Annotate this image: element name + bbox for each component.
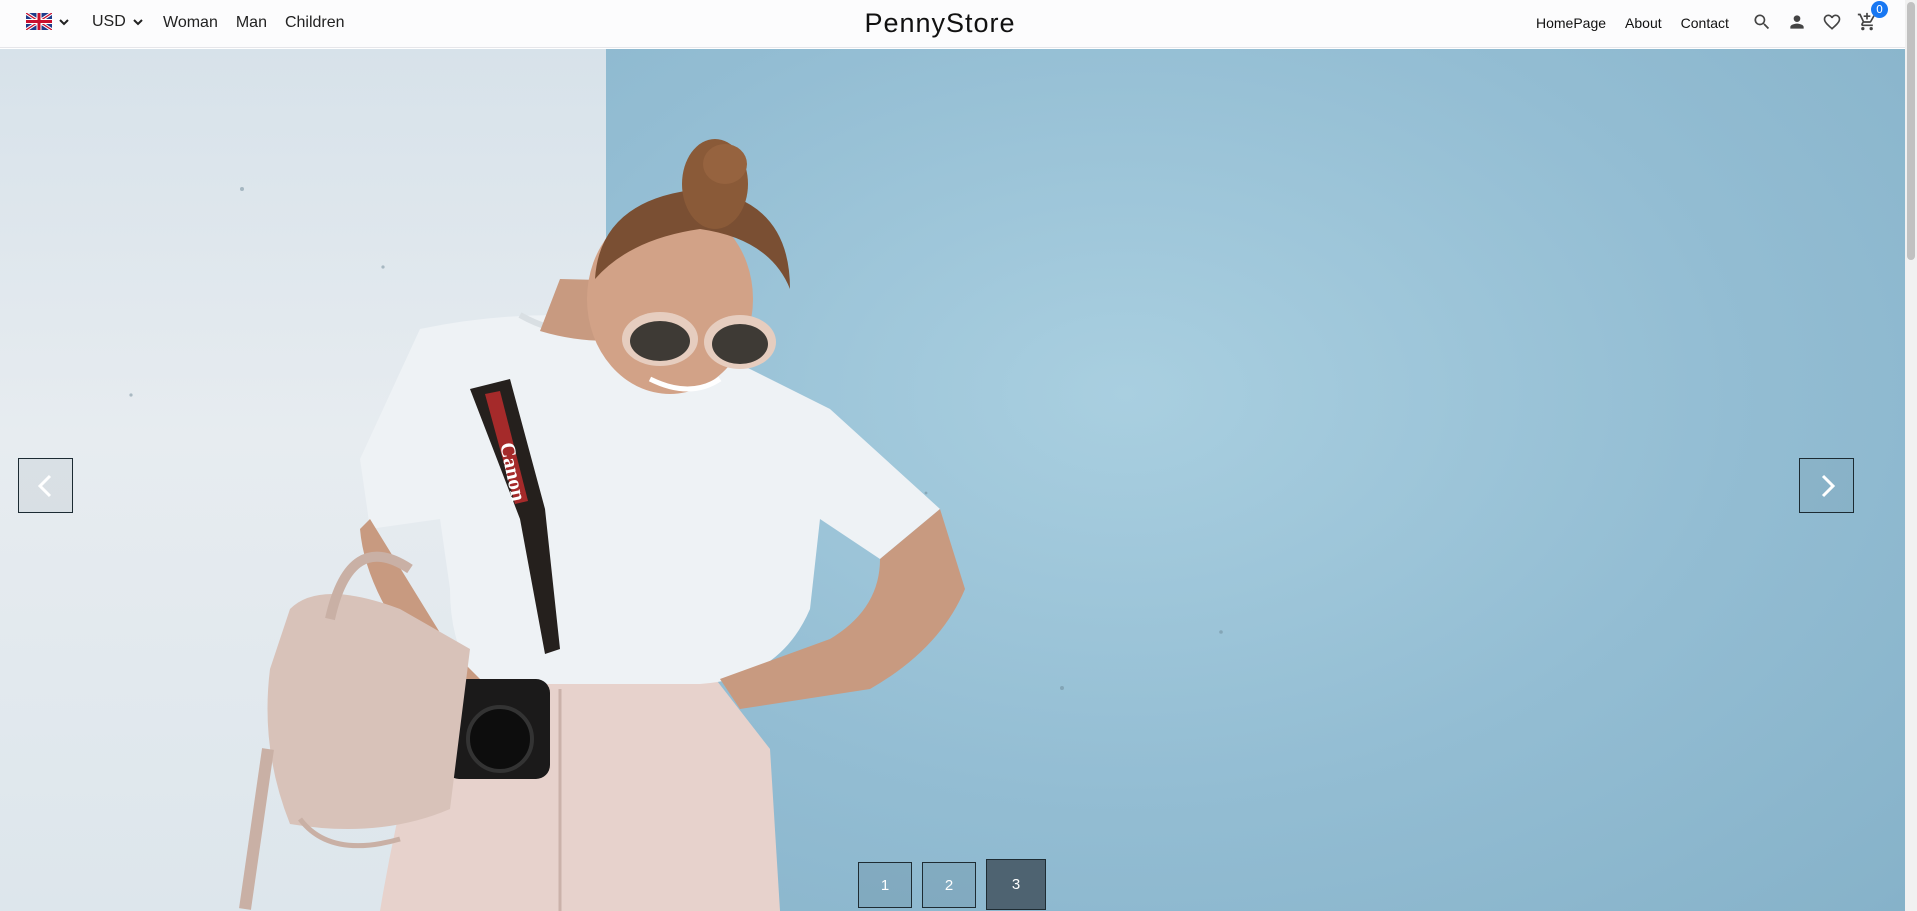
chevron-down-icon — [133, 19, 143, 26]
nav-children[interactable]: Children — [285, 14, 345, 32]
wishlist-button[interactable] — [1820, 10, 1844, 34]
nav-contact[interactable]: Contact — [1681, 15, 1729, 31]
top-navigation-bar: USD Woman Man Children PennyStore HomePa… — [0, 0, 1905, 48]
main-nav: HomePage About Contact — [1536, 15, 1729, 31]
cart-count-badge: 0 — [1871, 1, 1888, 18]
language-selector[interactable] — [26, 13, 70, 30]
nav-homepage[interactable]: HomePage — [1536, 15, 1606, 31]
slide-3-button[interactable]: 3 — [986, 859, 1046, 910]
slide-2-button[interactable]: 2 — [922, 862, 976, 908]
slide-1-button[interactable]: 1 — [858, 862, 912, 908]
hero-image: Canon — [129, 139, 1223, 911]
hero-slider: Canon 1 2 3 — [0, 49, 1905, 911]
category-nav: Woman Man Children — [163, 14, 345, 32]
nav-about[interactable]: About — [1625, 15, 1662, 31]
store-logo[interactable]: PennyStore — [864, 8, 1015, 38]
search-button[interactable] — [1750, 10, 1774, 34]
nav-woman[interactable]: Woman — [163, 14, 218, 32]
chevron-right-icon — [1821, 474, 1835, 497]
currency-label: USD — [92, 13, 126, 30]
slider-prev-button[interactable] — [18, 458, 73, 513]
chevron-down-icon — [59, 18, 69, 25]
scrollbar-thumb[interactable] — [1907, 2, 1915, 260]
slider-next-button[interactable] — [1799, 458, 1854, 513]
chevron-left-icon — [37, 474, 51, 497]
slider-pagination: 1 2 3 — [858, 859, 1046, 910]
cart-button[interactable]: 0 — [1855, 1, 1888, 34]
search-icon — [1754, 14, 1770, 30]
uk-flag-icon — [26, 13, 52, 30]
currency-selector[interactable]: USD — [92, 13, 144, 31]
page-scrollbar[interactable] — [1905, 0, 1917, 911]
account-button[interactable] — [1785, 10, 1809, 34]
header-icons: 0 — [1750, 1, 1888, 34]
user-icon — [1790, 15, 1804, 29]
heart-icon — [1823, 14, 1841, 30]
nav-man[interactable]: Man — [236, 14, 267, 32]
